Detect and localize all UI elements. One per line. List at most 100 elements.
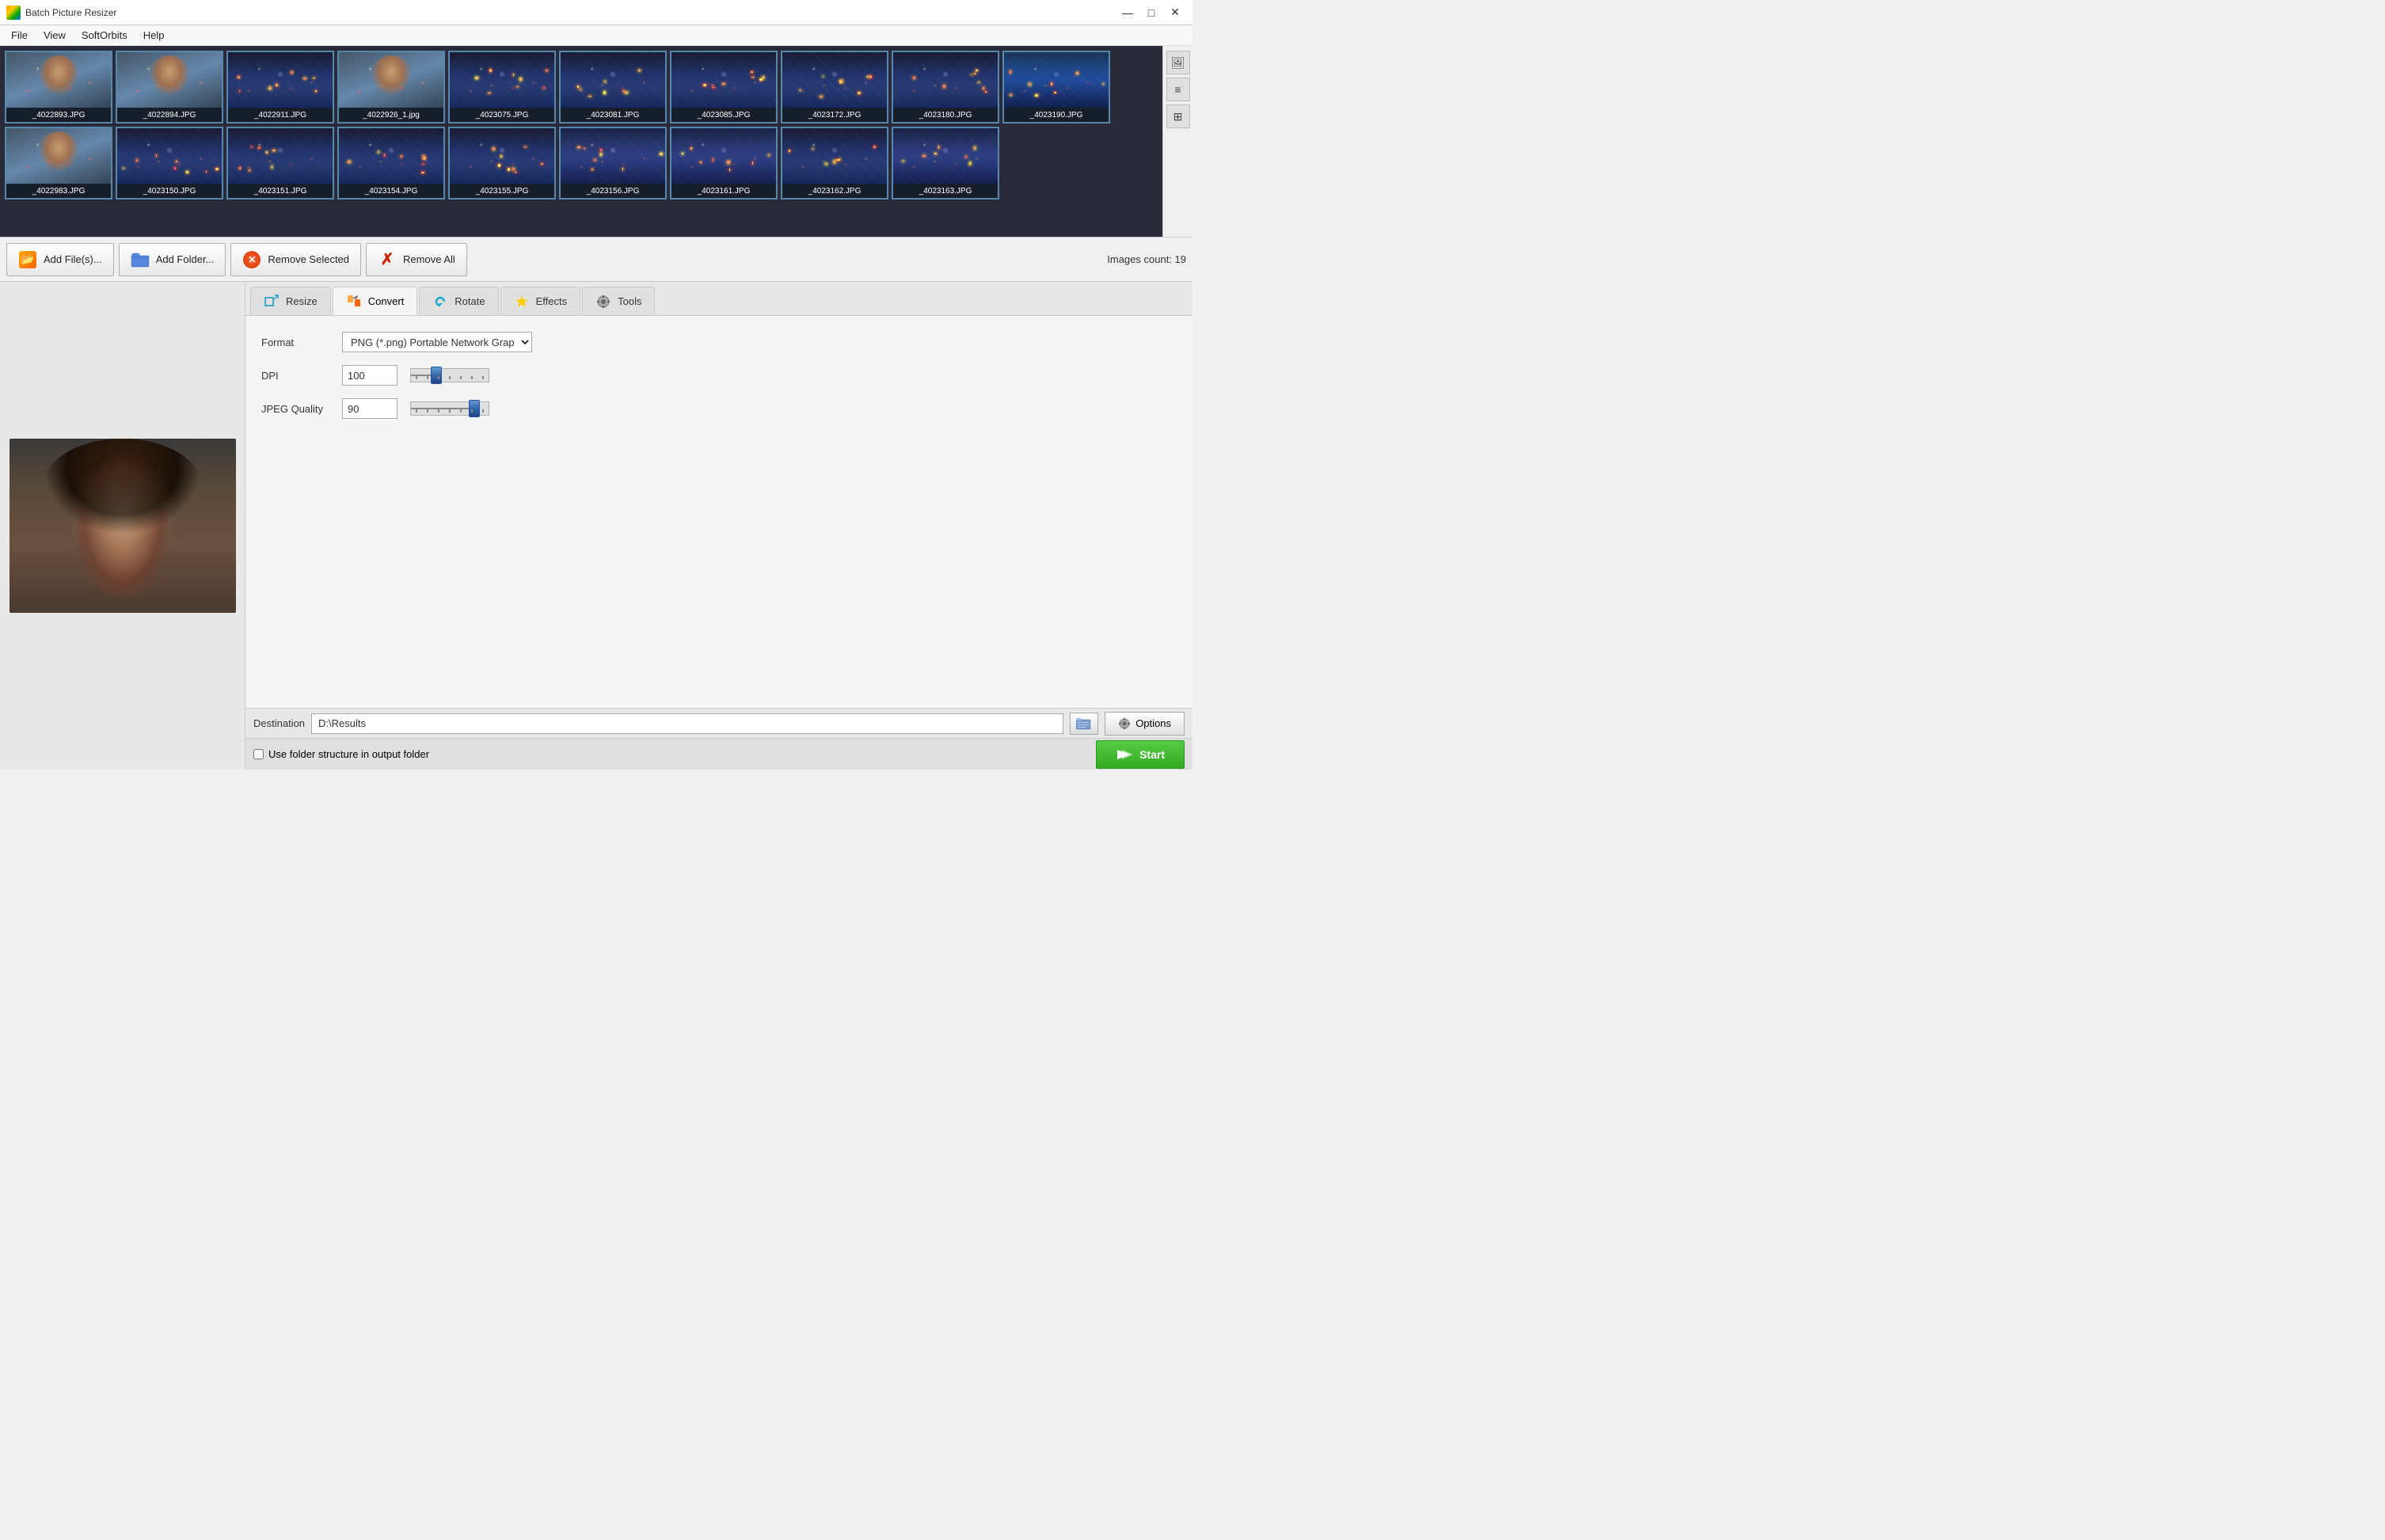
jpeg-quality-slider-dots <box>411 409 489 413</box>
jpeg-quality-slider-thumb[interactable] <box>469 400 480 417</box>
remove-all-label: Remove All <box>403 253 455 265</box>
image-thumb-9[interactable]: _4023190.JPG <box>1002 51 1110 124</box>
image-thumb-6[interactable]: _4023085.JPG <box>670 51 778 124</box>
menu-bar: File View SoftOrbits Help <box>0 25 1192 46</box>
window-controls: — □ ✕ <box>1116 4 1186 21</box>
image-thumb-16[interactable]: _4023161.JPG <box>670 127 778 200</box>
rotate-tab-icon <box>432 294 448 310</box>
menu-help[interactable]: Help <box>135 27 173 44</box>
convert-tab-icon <box>346 293 362 309</box>
dpi-slider-container <box>410 368 489 382</box>
image-thumb-8[interactable]: _4023180.JPG <box>892 51 999 124</box>
image-thumb-12[interactable]: _4023151.JPG <box>226 127 334 200</box>
start-button[interactable]: Start <box>1096 740 1185 769</box>
tab-rotate[interactable]: Rotate <box>419 287 498 315</box>
app-title: Batch Picture Resizer <box>25 7 116 18</box>
remove-all-icon: ✗ <box>378 250 397 269</box>
tab-effects-label: Effects <box>536 295 568 307</box>
destination-input[interactable] <box>311 713 1063 734</box>
image-thumb-7[interactable]: _4023172.JPG <box>781 51 888 124</box>
image-thumb-15[interactable]: _4023156.JPG <box>559 127 667 200</box>
tab-convert[interactable]: Convert <box>333 287 418 315</box>
image-thumb-17[interactable]: _4023162.JPG <box>781 127 888 200</box>
add-files-button[interactable]: 📂 Add File(s)... <box>6 243 114 276</box>
close-button[interactable]: ✕ <box>1164 4 1186 21</box>
jpeg-quality-slider[interactable] <box>410 401 489 416</box>
destination-label: Destination <box>253 717 305 729</box>
dpi-slider-dots <box>411 376 489 379</box>
preview-panel <box>0 282 245 770</box>
title-bar: Batch Picture Resizer — □ ✕ <box>0 0 1192 25</box>
add-folder-icon <box>131 250 150 269</box>
image-thumb-3[interactable]: _4022926_1.jpg <box>337 51 445 124</box>
tab-content-convert: Format PNG (*.png) Portable Network Grap… <box>245 316 1192 708</box>
remove-all-button[interactable]: ✗ Remove All <box>366 243 467 276</box>
toolbar: 📂 Add File(s)... Add Folder... ✕ Remove … <box>0 238 1192 282</box>
add-folder-label: Add Folder... <box>156 253 215 265</box>
dpi-slider-thumb[interactable] <box>431 367 442 384</box>
preview-image <box>10 439 236 613</box>
sidebar-thumbnail-view[interactable]: 🖼 <box>1166 51 1190 74</box>
folder-structure-label: Use folder structure in output folder <box>268 748 429 760</box>
remove-selected-button[interactable]: ✕ Remove Selected <box>230 243 361 276</box>
remove-selected-label: Remove Selected <box>268 253 349 265</box>
format-select[interactable]: PNG (*.png) Portable Network Graph <box>342 332 532 352</box>
sidebar-list-view[interactable]: ≡ <box>1166 78 1190 101</box>
tools-tab-icon <box>595 294 611 310</box>
browse-destination-button[interactable] <box>1070 713 1098 735</box>
settings-panel: Resize Convert <box>245 282 1192 770</box>
dpi-label: DPI <box>261 370 333 382</box>
tab-convert-label: Convert <box>368 295 405 307</box>
bottom-area: Resize Convert <box>0 282 1192 770</box>
dpi-row: DPI <box>261 365 1177 386</box>
image-thumb-13[interactable]: _4023154.JPG <box>337 127 445 200</box>
image-thumb-5[interactable]: _4023081.JPG <box>559 51 667 124</box>
maximize-button[interactable]: □ <box>1140 4 1162 21</box>
tab-rotate-label: Rotate <box>455 295 485 307</box>
sidebar-icons: 🖼 ≡ ⊞ <box>1162 46 1192 237</box>
image-thumb-10[interactable]: _4022983.JPG <box>5 127 112 200</box>
preview-hair <box>43 439 201 534</box>
images-count: Images count: 19 <box>1107 253 1186 265</box>
image-grid[interactable]: _4022893.JPG_4022894.JPG_4022911.JPG_402… <box>0 46 1162 237</box>
sidebar-grid-view[interactable]: ⊞ <box>1166 105 1190 128</box>
format-label: Format <box>261 337 333 348</box>
tab-resize[interactable]: Resize <box>250 287 331 315</box>
format-row: Format PNG (*.png) Portable Network Grap… <box>261 332 1177 352</box>
action-bar: Use folder structure in output folder St… <box>245 738 1192 770</box>
minimize-button[interactable]: — <box>1116 4 1139 21</box>
folder-structure-row: Use folder structure in output folder <box>253 748 429 760</box>
remove-selected-icon: ✕ <box>242 250 261 269</box>
add-files-icon: 📂 <box>18 250 37 269</box>
title-bar-left: Batch Picture Resizer <box>6 6 116 20</box>
image-thumb-14[interactable]: _4023155.JPG <box>448 127 556 200</box>
effects-tab-icon <box>514 294 530 310</box>
menu-view[interactable]: View <box>36 27 74 44</box>
tab-effects[interactable]: Effects <box>500 287 581 315</box>
tab-resize-label: Resize <box>286 295 318 307</box>
jpeg-quality-label: JPEG Quality <box>261 403 333 415</box>
image-thumb-4[interactable]: _4023075.JPG <box>448 51 556 124</box>
image-thumb-11[interactable]: _4023150.JPG <box>116 127 223 200</box>
tabs-bar: Resize Convert <box>245 282 1192 316</box>
add-folder-button[interactable]: Add Folder... <box>119 243 226 276</box>
dpi-slider[interactable] <box>410 368 489 382</box>
app-icon <box>6 6 21 20</box>
folder-structure-checkbox[interactable] <box>253 749 264 759</box>
add-files-label: Add File(s)... <box>44 253 102 265</box>
image-thumb-18[interactable]: _4023163.JPG <box>892 127 999 200</box>
menu-file[interactable]: File <box>3 27 36 44</box>
tab-tools-label: Tools <box>618 295 641 307</box>
options-button[interactable]: Options <box>1105 712 1185 736</box>
resize-tab-icon <box>264 294 280 310</box>
jpeg-quality-input[interactable] <box>342 398 398 419</box>
menu-softorbits[interactable]: SoftOrbits <box>74 27 135 44</box>
image-thumb-0[interactable]: _4022893.JPG <box>5 51 112 124</box>
start-label: Start <box>1139 748 1165 761</box>
tab-tools[interactable]: Tools <box>582 287 655 315</box>
image-thumb-1[interactable]: _4022894.JPG <box>116 51 223 124</box>
image-thumb-2[interactable]: _4022911.JPG <box>226 51 334 124</box>
destination-bar: Destination <box>245 708 1192 738</box>
dpi-input[interactable] <box>342 365 398 386</box>
options-label: Options <box>1135 717 1171 729</box>
